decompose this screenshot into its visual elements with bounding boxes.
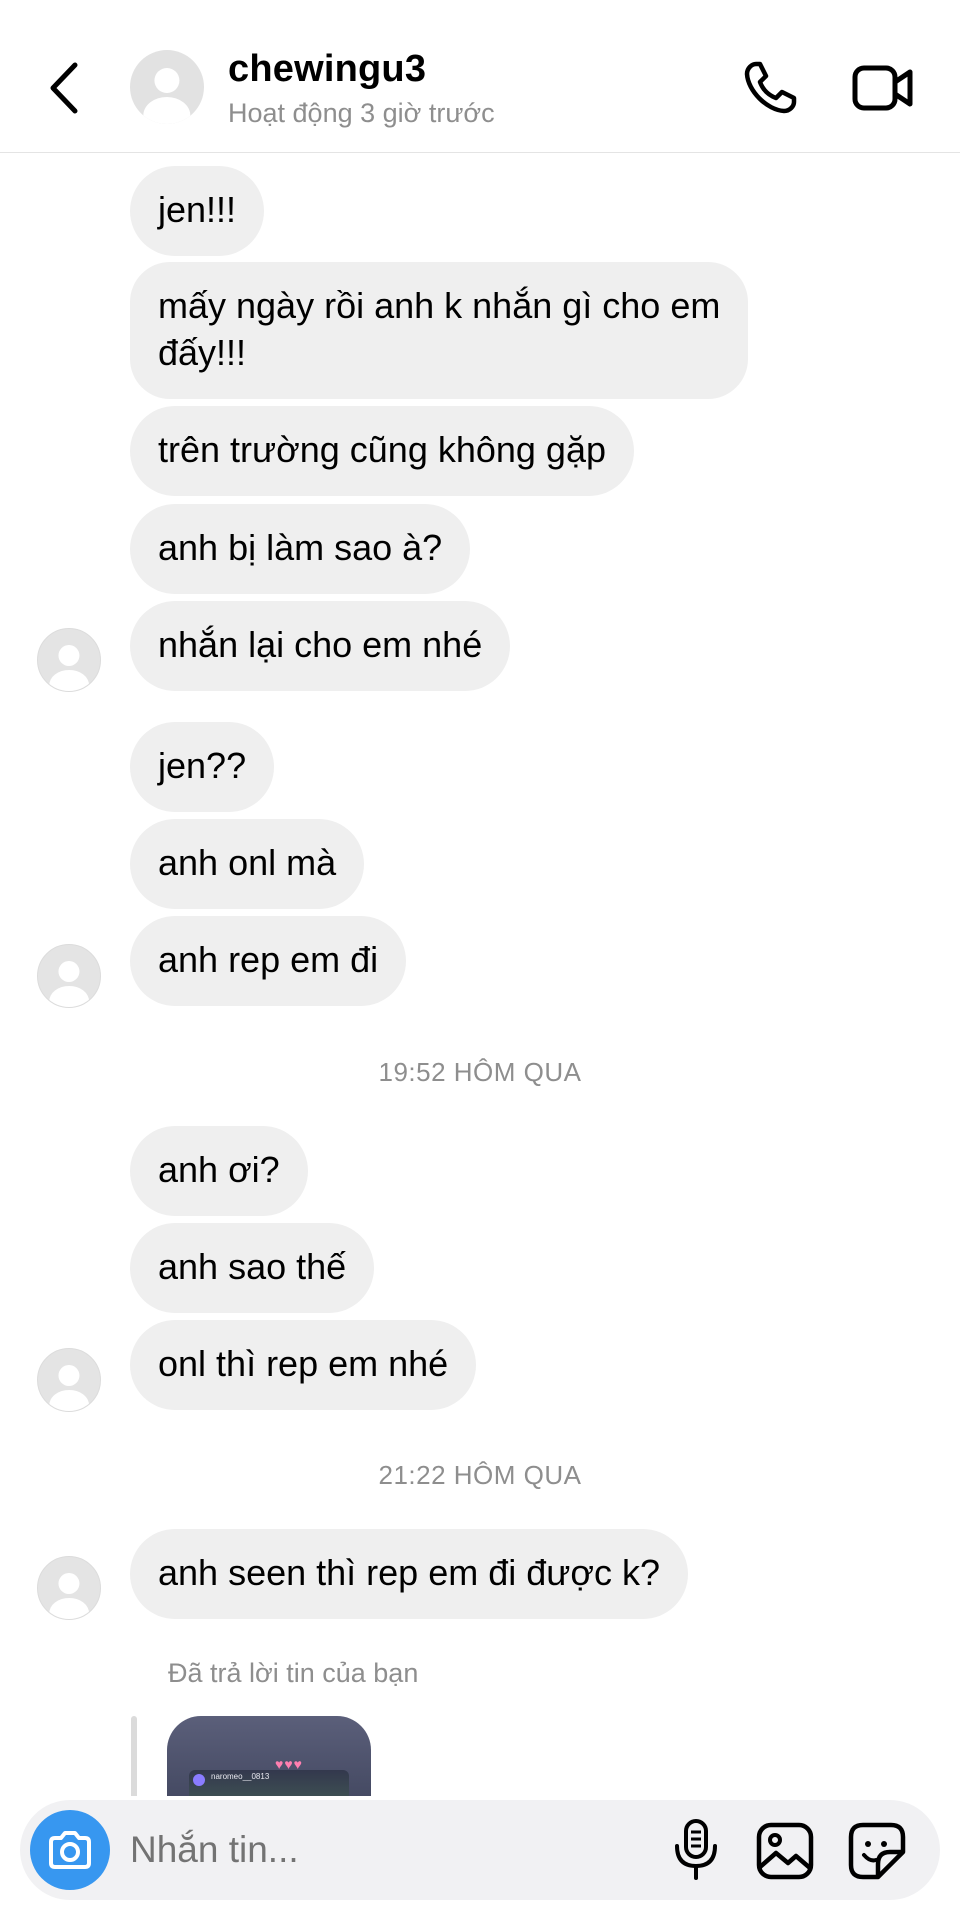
message-bubble[interactable]: jen!!! xyxy=(130,166,265,256)
message-bubble[interactable]: anh ơi? xyxy=(130,1126,308,1216)
activity-status: Hoạt động 3 giờ trước xyxy=(228,98,495,128)
message-bubble[interactable]: jen?? xyxy=(130,722,275,812)
hearts-sticker: ♥♥♥ xyxy=(275,1756,303,1772)
story-username: naromeo__0813 xyxy=(211,1772,270,1781)
sender-avatar[interactable] xyxy=(37,944,101,1008)
camera-icon xyxy=(49,1831,91,1869)
message-bubble[interactable]: mấy ngày rồi anh k nhắn gì cho em đấy!!! xyxy=(130,262,749,399)
camera-button[interactable] xyxy=(30,1810,110,1890)
chat-username[interactable]: chewingu3 xyxy=(228,48,426,91)
message-bubble[interactable]: anh seen thì rep em đi được k? xyxy=(130,1529,688,1619)
message-bubble[interactable]: anh sao thế xyxy=(130,1223,375,1313)
chat-header: chewingu3 Hoạt động 3 giờ trước xyxy=(0,0,960,153)
message-bubble[interactable]: trên trường cũng không gặp xyxy=(130,406,634,496)
sender-avatar[interactable] xyxy=(37,1348,101,1412)
image-icon xyxy=(756,1822,814,1880)
sticker-button[interactable] xyxy=(848,1822,906,1880)
message-bubble[interactable]: anh rep em đi xyxy=(130,916,407,1006)
phone-icon xyxy=(744,61,797,114)
timestamp-separator: 19:52 HÔM QUA xyxy=(378,1057,582,1087)
back-button[interactable] xyxy=(44,58,84,118)
sender-avatar[interactable] xyxy=(37,628,101,692)
video-call-button[interactable] xyxy=(852,60,914,116)
gallery-button[interactable] xyxy=(756,1822,814,1880)
story-reply-note: Đã trả lời tin của bạn xyxy=(168,1658,419,1688)
sender-avatar[interactable] xyxy=(37,1556,101,1620)
timestamp-separator: 21:22 HÔM QUA xyxy=(378,1460,582,1490)
message-bubble[interactable]: onl thì rep em nhé xyxy=(130,1320,477,1410)
chevron-left-icon xyxy=(50,62,78,114)
header-avatar[interactable] xyxy=(130,50,204,124)
video-camera-icon xyxy=(852,65,913,111)
message-input[interactable] xyxy=(130,1822,610,1878)
microphone-icon xyxy=(675,1819,717,1880)
voice-message-button[interactable] xyxy=(672,1818,720,1882)
message-bubble[interactable]: anh bị làm sao à? xyxy=(130,504,471,594)
audio-call-button[interactable] xyxy=(740,58,800,118)
message-bubble[interactable]: nhắn lại cho em nhé xyxy=(130,601,511,691)
message-bubble[interactable]: anh onl mà xyxy=(130,819,365,909)
sticker-icon xyxy=(848,1822,906,1880)
